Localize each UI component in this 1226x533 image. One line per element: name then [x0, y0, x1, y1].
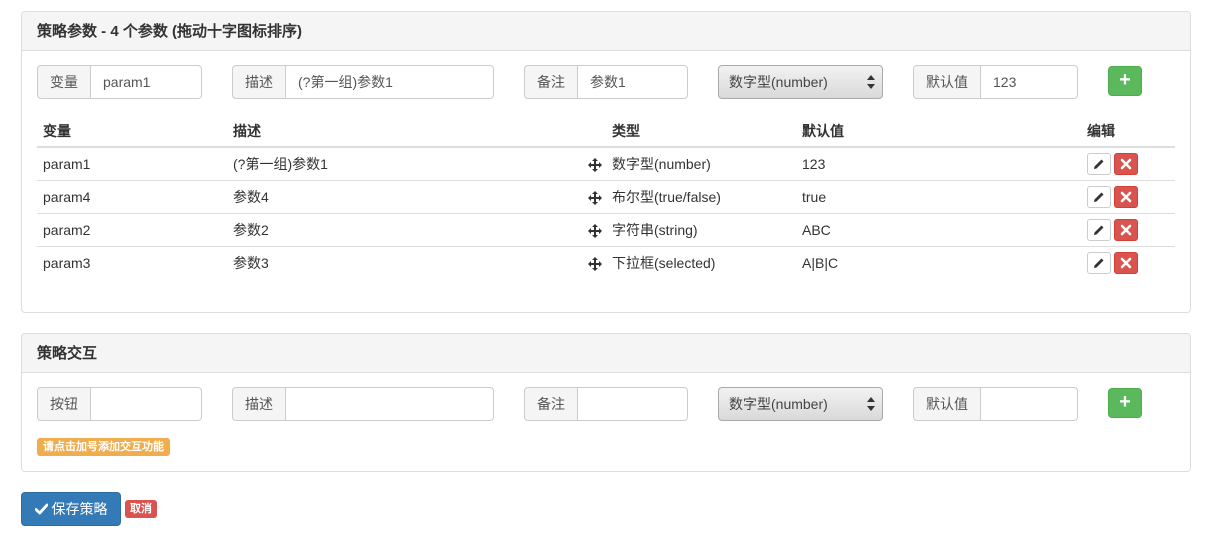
var-input[interactable]: param1	[91, 65, 202, 99]
row-desc: 参数4	[227, 179, 577, 213]
row-default: A|B|C	[796, 245, 1081, 279]
header-move	[577, 115, 606, 148]
edit-button[interactable]	[1087, 185, 1111, 208]
note-label: 备注	[524, 65, 578, 99]
type-select-value: 数字型(number)	[729, 396, 828, 412]
note-label: 备注	[524, 387, 578, 421]
table-row: param3 参数3 下拉框(selected) A|B|C	[37, 245, 1175, 279]
move-icon[interactable]	[588, 190, 602, 205]
row-var: param4	[37, 179, 227, 213]
params-panel: 策略参数 - 4 个参数 (拖动十字图标排序) 变量 param1 描述 (?第…	[21, 11, 1191, 313]
pencil-icon	[1094, 159, 1104, 169]
note-input-group: 备注	[524, 387, 688, 421]
row-var: param2	[37, 212, 227, 246]
edit-button[interactable]	[1087, 152, 1111, 175]
row-var: param3	[37, 245, 227, 279]
edit-button[interactable]	[1087, 251, 1111, 274]
default-input[interactable]	[981, 387, 1078, 421]
interaction-panel: 策略交互 按钮 描述 备注 数字型(number) 默认值 + 请点击加号添加交…	[21, 333, 1191, 472]
row-type: 下拉框(selected)	[606, 245, 796, 279]
desc-label: 描述	[232, 65, 286, 99]
close-icon	[1120, 257, 1132, 269]
row-desc: (?第一组)参数1	[233, 155, 328, 172]
plus-icon: +	[1119, 69, 1131, 91]
row-var: param1	[43, 155, 91, 172]
header-default: 默认值	[796, 115, 1081, 148]
desc-input[interactable]: (?第一组)参数1	[286, 65, 494, 99]
hint-badge: 请点击加号添加交互功能	[37, 438, 170, 456]
row-desc: 参数3	[227, 245, 577, 279]
table-row: param4 参数4 布尔型(true/false) true	[37, 179, 1175, 213]
pencil-icon	[1094, 225, 1104, 235]
var-input-group: 变量 param1	[37, 65, 202, 99]
edit-button[interactable]	[1087, 218, 1111, 241]
params-table: 变量 描述 类型 默认值 编辑 param1 (?第一组)参数1 数字型(num…	[37, 115, 1175, 279]
table-row: param1 (?第一组)参数1 数字型(number) 123	[37, 147, 1175, 180]
button-label: 按钮	[37, 387, 91, 421]
note-input-group: 备注 参数1	[524, 65, 688, 99]
type-select[interactable]: 数字型(number)	[718, 387, 883, 421]
row-default: 123	[802, 155, 826, 172]
move-icon[interactable]	[588, 256, 602, 271]
checkmark-icon	[34, 503, 48, 515]
move-icon[interactable]	[588, 157, 602, 172]
default-input-group: 默认值	[913, 387, 1078, 421]
close-icon	[1120, 158, 1132, 170]
default-input[interactable]: 123	[981, 65, 1078, 99]
default-label: 默认值	[913, 65, 981, 99]
type-select[interactable]: 数字型(number)	[718, 65, 883, 99]
header-edit: 编辑	[1081, 115, 1175, 148]
select-arrows-icon	[867, 75, 875, 89]
button-input-group: 按钮	[37, 387, 202, 421]
param-form: 变量 param1 描述 (?第一组)参数1 备注 参数1 数字型(number…	[37, 65, 1177, 99]
button-input[interactable]	[91, 387, 202, 421]
delete-button[interactable]	[1114, 251, 1138, 274]
note-input[interactable]	[578, 387, 688, 421]
header-type: 类型	[606, 115, 796, 148]
desc-input[interactable]	[286, 387, 494, 421]
interaction-form: 按钮 描述 备注 数字型(number) 默认值 +	[37, 387, 1177, 421]
default-label: 默认值	[913, 387, 981, 421]
header-desc: 描述	[227, 115, 577, 148]
row-type: 字符串(string)	[606, 212, 796, 246]
note-input[interactable]: 参数1	[578, 65, 688, 99]
row-type: 数字型(number)	[612, 155, 711, 172]
plus-icon: +	[1119, 391, 1131, 413]
close-icon	[1120, 224, 1132, 235]
var-label: 变量	[37, 65, 91, 99]
cancel-button[interactable]: 取消	[125, 500, 157, 518]
params-panel-title: 策略参数 - 4 个参数 (拖动十字图标排序)	[22, 12, 1190, 51]
header-var: 变量	[37, 115, 227, 148]
delete-button[interactable]	[1114, 218, 1138, 241]
row-type: 布尔型(true/false)	[606, 179, 796, 213]
default-input-group: 默认值 123	[913, 65, 1078, 99]
row-default: true	[796, 179, 1081, 213]
row-default: ABC	[796, 212, 1081, 246]
move-icon[interactable]	[588, 223, 602, 238]
close-icon	[1120, 191, 1132, 202]
desc-input-group: 描述	[232, 387, 494, 421]
desc-label: 描述	[232, 387, 286, 421]
pencil-icon	[1094, 258, 1104, 268]
select-arrows-icon	[867, 397, 875, 411]
save-strategy-button[interactable]: 保存策略	[21, 492, 121, 526]
save-label: 保存策略	[51, 501, 108, 517]
delete-button[interactable]	[1114, 185, 1138, 208]
interaction-panel-title: 策略交互	[22, 334, 1190, 373]
delete-button[interactable]	[1114, 152, 1138, 175]
table-header-row: 变量 描述 类型 默认值 编辑	[37, 115, 1175, 148]
type-select-value: 数字型(number)	[729, 74, 828, 90]
desc-input-group: 描述 (?第一组)参数1	[232, 65, 494, 99]
row-desc: 参数2	[227, 212, 577, 246]
pencil-icon	[1094, 192, 1104, 202]
add-interaction-button[interactable]: +	[1108, 388, 1142, 418]
add-param-button[interactable]: +	[1108, 66, 1142, 96]
table-row: param2 参数2 字符串(string) ABC	[37, 212, 1175, 246]
